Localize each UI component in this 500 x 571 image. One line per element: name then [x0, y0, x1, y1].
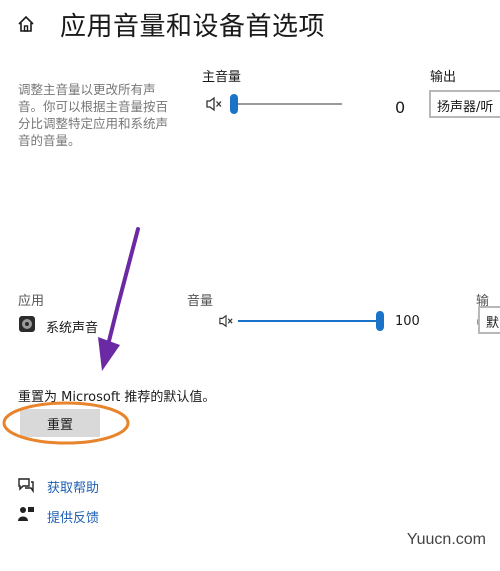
master-volume-thumb[interactable] [230, 94, 238, 114]
app-volume-value: 100 [395, 314, 420, 329]
column-app: 应用 [18, 294, 45, 309]
watermark: Yuucn.com [406, 531, 486, 548]
master-volume-label: 主音量 [202, 70, 242, 85]
master-volume-value: 0 [395, 98, 406, 117]
speaker-muted-icon[interactable] [218, 314, 234, 328]
master-volume-track[interactable] [232, 103, 342, 105]
column-volume: 音量 [187, 294, 214, 309]
output-device-select[interactable]: 扬声器/听 [429, 90, 500, 118]
app-volume-thumb[interactable] [376, 311, 384, 331]
home-icon[interactable] [16, 14, 36, 34]
app-output-select[interactable]: 默 [478, 306, 500, 334]
annotation-arrow [98, 227, 140, 371]
help-icon [18, 478, 34, 493]
system-sounds-icon [19, 316, 35, 332]
feedback-link[interactable]: 提供反馈 [47, 507, 99, 526]
highlight-ellipse [2, 401, 130, 445]
master-volume-description: 调整主音量以更改所有声音。你可以根据主音量按百分比调整特定应用和系统声音的音量。 [18, 82, 169, 148]
app-name: 系统声音 [46, 321, 99, 336]
page-title: 应用音量和设备首选项 [60, 12, 326, 42]
help-link[interactable]: 获取帮助 [47, 477, 99, 496]
speaker-muted-icon[interactable] [205, 96, 223, 112]
output-label: 输出 [430, 70, 457, 85]
app-volume-track[interactable] [238, 320, 380, 322]
feedback-icon [18, 507, 34, 521]
